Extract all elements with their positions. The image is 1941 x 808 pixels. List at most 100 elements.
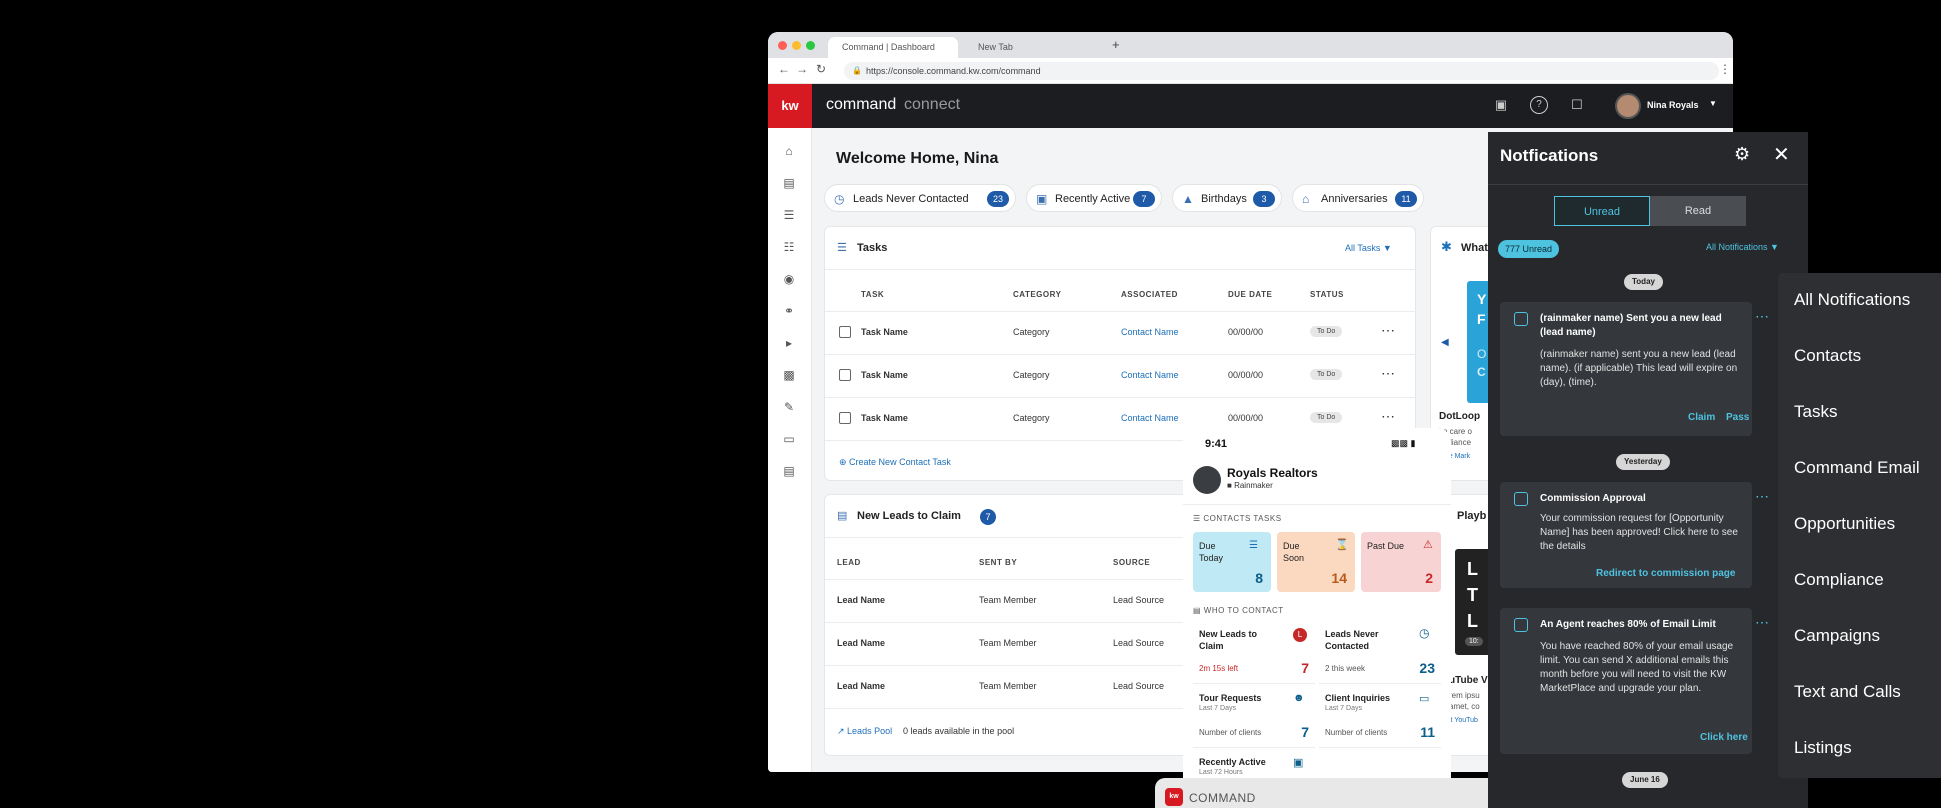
gear-icon[interactable]: ⚙ xyxy=(1734,144,1750,165)
filter-option-text-calls[interactable]: Text and Calls xyxy=(1794,682,1901,702)
back-arrow-icon[interactable]: ← xyxy=(778,62,790,76)
deals-icon[interactable]: ⚭ xyxy=(780,302,798,320)
carousel-prev-icon[interactable]: ◀ xyxy=(1441,337,1449,348)
notification-item[interactable]: Commission Approval ⋯ Your commission re… xyxy=(1500,482,1769,588)
browser-tab-dashboard[interactable]: Command | Dashboard xyxy=(828,37,958,58)
forward-arrow-icon[interactable]: → xyxy=(796,62,808,76)
table-row[interactable]: Task Name Category Contact Name 00/00/00… xyxy=(825,311,1417,354)
claim-button[interactable]: Claim xyxy=(1688,412,1715,423)
filter-option-command-email[interactable]: Command Email xyxy=(1794,458,1920,478)
create-task-link[interactable]: ⊕ Create New Contact Task xyxy=(839,457,951,468)
table-row[interactable]: Lead Name Team Member Lead Source xyxy=(825,622,1200,665)
leads-never-contacted-card[interactable]: Leads Never Contacted ◷ 2 this week 23 xyxy=(1319,624,1441,684)
tab-read[interactable]: Read xyxy=(1650,196,1746,226)
more-icon[interactable]: ⋯ xyxy=(1381,322,1395,339)
chip-leads-never-contacted[interactable]: ◷ Leads Never Contacted 23 xyxy=(824,184,1016,212)
minimize-window-dot[interactable] xyxy=(792,41,801,50)
task-checkbox[interactable] xyxy=(839,326,851,338)
more-icon[interactable]: ⋯ xyxy=(1381,365,1395,382)
pass-button[interactable]: Pass xyxy=(1726,412,1749,423)
tab-unread[interactable]: Unread xyxy=(1554,196,1650,226)
task-name[interactable]: Task Name xyxy=(861,327,908,337)
chip-anniversaries[interactable]: ⌂ Anniversaries 11 xyxy=(1292,184,1424,212)
reload-icon[interactable]: ↻ xyxy=(816,62,826,76)
task-name[interactable]: Task Name xyxy=(861,413,908,423)
table-row[interactable]: Task Name Category Contact Name 00/00/00… xyxy=(825,354,1417,397)
url-input[interactable]: 🔒 https://console.command.kw.com/command xyxy=(844,62,1719,80)
task-contact-link[interactable]: Contact Name xyxy=(1121,327,1179,337)
task-checkbox[interactable] xyxy=(839,412,851,424)
store-icon[interactable]: ▣ xyxy=(1492,96,1510,114)
browser-tab-new[interactable]: New Tab xyxy=(964,37,1027,58)
browser-menu-icon[interactable]: ⋮ xyxy=(1719,62,1731,76)
filter-option-all[interactable]: All Notifications xyxy=(1794,290,1910,310)
filter-option-contacts[interactable]: Contacts xyxy=(1794,346,1861,366)
more-icon[interactable]: ⋯ xyxy=(1755,614,1770,631)
task-contact-link[interactable]: Contact Name xyxy=(1121,370,1179,380)
avatar[interactable] xyxy=(1615,93,1641,119)
notification-filter[interactable]: All Notifications ▼ xyxy=(1706,242,1779,252)
notification-item[interactable]: An Agent reaches 80% of Email Limit ⋯ Yo… xyxy=(1500,608,1769,754)
location-icon[interactable]: ◉ xyxy=(780,270,798,288)
listing-icon[interactable]: ▭ xyxy=(780,430,798,448)
close-icon[interactable]: ✕ xyxy=(1773,142,1790,167)
lead-name[interactable]: Lead Name xyxy=(837,638,885,648)
youtube-link[interactable]: it YouTub xyxy=(1449,717,1478,724)
task-checkbox[interactable] xyxy=(839,369,851,381)
bell-icon[interactable]: ☐ xyxy=(1568,96,1586,114)
help-icon[interactable]: ? xyxy=(1530,96,1548,114)
new-tab-button[interactable]: + xyxy=(1112,37,1120,52)
more-icon[interactable]: ⋯ xyxy=(1381,408,1395,425)
maximize-window-dot[interactable] xyxy=(806,41,815,50)
click-here-link[interactable]: Click here xyxy=(1700,732,1748,743)
contacts-icon[interactable]: ▤ xyxy=(780,174,798,192)
new-leads-to-claim-card[interactable]: New Leads to Claim L 2m 15s left 7 xyxy=(1193,624,1315,684)
card-title: New Leads to Claim xyxy=(1199,629,1258,651)
filter-option-opportunities[interactable]: Opportunities xyxy=(1794,514,1895,534)
past-due-tile[interactable]: Past Due ⚠ 2 xyxy=(1361,532,1441,592)
task-name[interactable]: Task Name xyxy=(861,370,908,380)
edit-icon[interactable]: ✎ xyxy=(780,398,798,416)
megaphone-icon[interactable]: ▸ xyxy=(780,334,798,352)
table-row[interactable]: Lead Name Team Member Lead Source xyxy=(825,665,1200,708)
all-tasks-filter[interactable]: All Tasks ▼ xyxy=(1345,243,1392,253)
cake-icon: ▲ xyxy=(1182,192,1194,206)
card-value: 7 xyxy=(1301,660,1309,676)
kw-logo[interactable]: kw xyxy=(768,84,812,128)
tasks-icon[interactable]: ☰ xyxy=(780,206,798,224)
redirect-commission-link[interactable]: Redirect to commission page xyxy=(1596,568,1735,579)
storage-icon[interactable]: ▤ xyxy=(780,462,798,480)
create-task-label: Create New Contact Task xyxy=(849,457,951,467)
tab-connect[interactable]: connect xyxy=(904,96,960,114)
lead-name[interactable]: Lead Name xyxy=(837,595,885,605)
forms-icon[interactable]: ☷ xyxy=(780,238,798,256)
due-soon-tile[interactable]: Due Soon ⌛ 14 xyxy=(1277,532,1355,592)
task-contact-link[interactable]: Contact Name xyxy=(1121,413,1179,423)
home-icon[interactable]: ⌂ xyxy=(780,142,798,160)
table-row[interactable]: Lead Name Team Member Lead Source xyxy=(825,579,1200,622)
contact-card-icon: ▤ xyxy=(837,510,848,522)
close-window-dot[interactable] xyxy=(778,41,787,50)
tour-requests-card[interactable]: Tour Requests Last 7 Days ☻ Number of cl… xyxy=(1193,690,1315,748)
notification-item[interactable]: (rainmaker name) Sent you a new lead (le… xyxy=(1500,302,1769,436)
lead-sent-by: Team Member xyxy=(979,595,1037,605)
chip-recently-active[interactable]: ▣ Recently Active 7 xyxy=(1026,184,1162,212)
user-name[interactable]: Nina Royals xyxy=(1647,100,1699,110)
due-today-tile[interactable]: Due Today ☰ 8 xyxy=(1193,532,1271,592)
more-icon[interactable]: ⋯ xyxy=(1755,488,1770,505)
leads-count-badge: 7 xyxy=(980,509,996,525)
promo-line: C xyxy=(1477,365,1486,379)
filter-option-tasks[interactable]: Tasks xyxy=(1794,402,1837,422)
chevron-down-icon[interactable]: ▼ xyxy=(1709,99,1717,108)
chart-icon[interactable]: ▩ xyxy=(780,366,798,384)
filter-option-compliance[interactable]: Compliance xyxy=(1794,570,1884,590)
recently-active-card[interactable]: Recently Active Last 72 Hours ▣ xyxy=(1193,754,1315,780)
more-icon[interactable]: ⋯ xyxy=(1755,308,1770,325)
client-inquiries-card[interactable]: Client Inquiries Last 7 Days ▭ Number of… xyxy=(1319,690,1441,748)
tab-command[interactable]: command xyxy=(826,96,896,114)
chip-birthdays[interactable]: ▲ Birthdays 3 xyxy=(1172,184,1282,212)
leads-pool-link[interactable]: ↗ Leads Pool xyxy=(837,726,892,737)
filter-option-campaigns[interactable]: Campaigns xyxy=(1794,626,1880,646)
filter-option-listings[interactable]: Listings xyxy=(1794,738,1852,758)
lead-name[interactable]: Lead Name xyxy=(837,681,885,691)
